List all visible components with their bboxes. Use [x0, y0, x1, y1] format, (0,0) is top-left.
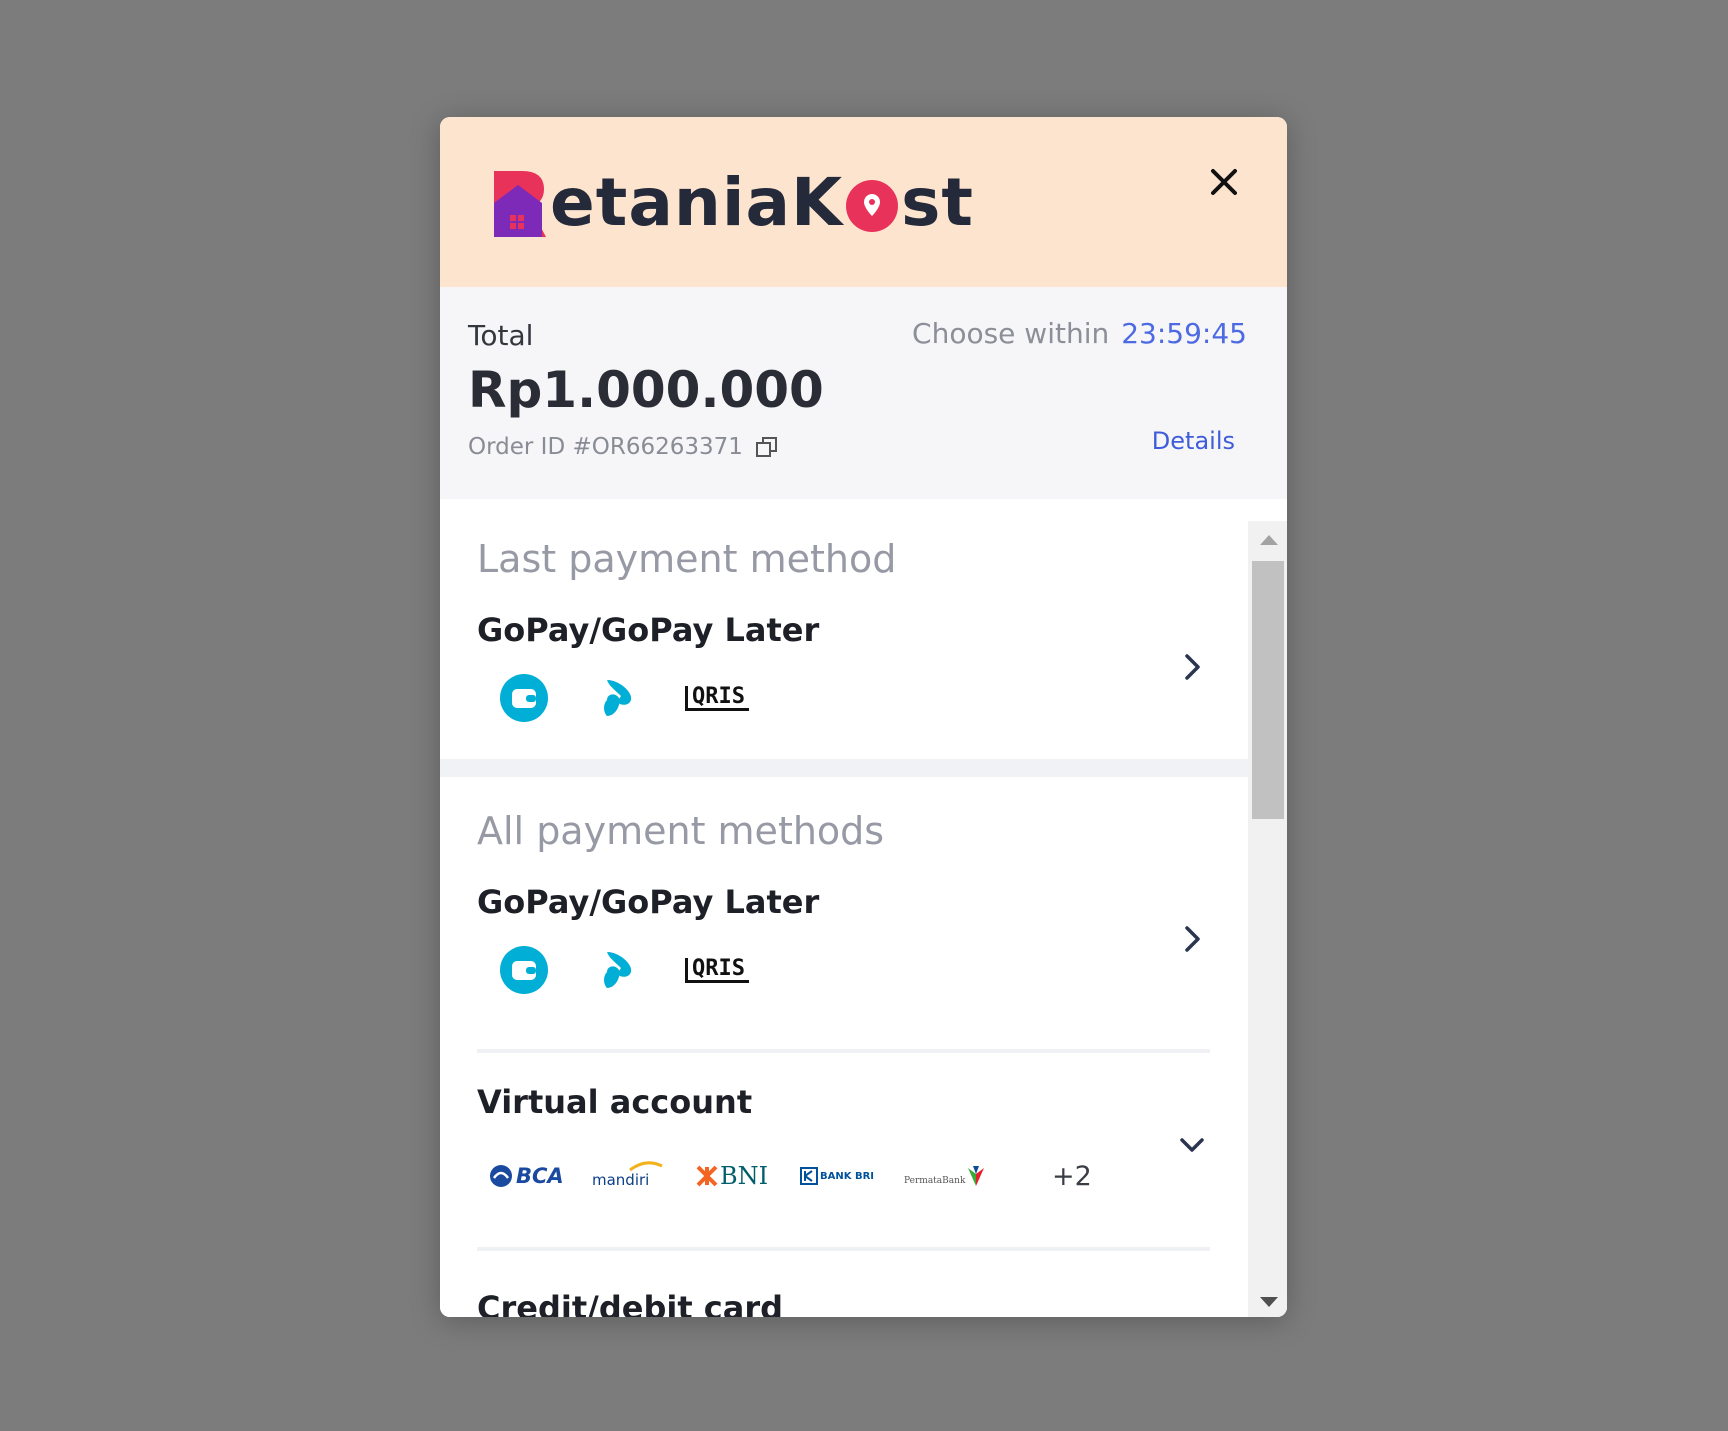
total-amount: Rp1.000.000 [468, 361, 824, 419]
close-button[interactable] [1199, 157, 1249, 207]
last-payment-method-name: GoPay/GoPay Later [477, 611, 820, 649]
payment-modal: etaniaK st Total Rp1.000.000 Order ID #O… [440, 117, 1287, 1317]
bank-logo-permata: PermataBank [904, 1156, 1008, 1196]
scroll-up-arrow-icon[interactable] [1260, 535, 1278, 545]
bank-logo-bca: BCA [489, 1156, 592, 1196]
bri-label: BANK BRI [820, 1170, 875, 1182]
bri-icon [800, 1167, 818, 1185]
chevron-right-icon[interactable] [1174, 649, 1210, 685]
chevron-right-icon[interactable] [1174, 921, 1210, 957]
gopay-later-icon [604, 680, 632, 716]
details-link[interactable]: Details [1152, 427, 1235, 455]
house-logo-icon [494, 171, 546, 237]
scroll-down-arrow-icon[interactable] [1260, 1297, 1278, 1307]
payment-methods-panel: Last payment method GoPay/GoPay Later QR… [440, 499, 1287, 1317]
more-banks-count: +2 [1052, 1160, 1092, 1192]
order-summary: Total Rp1.000.000 Order ID #OR66263371 C… [440, 287, 1287, 499]
bni-label: BNI [720, 1162, 769, 1190]
permata-icon [968, 1166, 985, 1186]
chevron-down-icon[interactable] [1174, 1127, 1210, 1163]
qris-logo: QRIS [685, 957, 749, 983]
gopay-wallet-icon [500, 674, 548, 722]
virtual-account-name: Virtual account [477, 1083, 753, 1121]
divider [477, 1049, 1210, 1053]
permata-label: PermataBank [904, 1176, 966, 1186]
last-payment-title: Last payment method [477, 537, 897, 581]
section-separator [440, 759, 1248, 777]
bank-logo-bri: BANK BRI [800, 1156, 904, 1196]
total-label: Total [468, 319, 534, 352]
location-pin-icon [846, 180, 899, 232]
gopay-wallet-icon [500, 946, 548, 994]
gopay-later-icon [604, 952, 632, 988]
bank-logo-mandiri: mandiri [592, 1156, 696, 1196]
brand-name-part2: st [901, 164, 974, 241]
divider [477, 1247, 1210, 1251]
credit-card-row-label[interactable]: Credit/debit card [477, 1289, 783, 1317]
mandiri-wave-icon [629, 1161, 663, 1172]
gopay-method-name: GoPay/GoPay Later [477, 883, 820, 921]
copy-icon[interactable] [755, 435, 779, 459]
all-payments-title: All payment methods [477, 809, 885, 853]
scroll-thumb[interactable] [1252, 561, 1284, 819]
bca-label: BCA [516, 1164, 564, 1188]
qris-logo: QRIS [685, 685, 749, 711]
mandiri-label: mandiri [592, 1171, 650, 1189]
modal-header: etaniaK st [440, 117, 1287, 287]
close-icon [1211, 169, 1237, 195]
bca-icon [490, 1165, 512, 1187]
bank-logo-bni: BNI [696, 1156, 800, 1196]
choose-within-label: Choose within [912, 317, 1110, 350]
order-id: Order ID #OR66263371 [468, 434, 743, 460]
brand-logo: etaniaK st [488, 163, 974, 243]
brand-wordmark: etaniaK st [550, 170, 974, 236]
countdown-timer: 23:59:45 [1121, 317, 1247, 350]
order-id-row: Order ID #OR66263371 [468, 434, 779, 460]
brand-name-part1: etaniaK [550, 164, 844, 241]
bni-icon [696, 1165, 718, 1187]
payment-methods-list: Last payment method GoPay/GoPay Later QR… [440, 499, 1248, 1317]
gopay-icons: QRIS [500, 946, 749, 994]
payment-deadline: Choose within 23:59:45 [912, 317, 1247, 350]
virtual-account-banks: BCA mandiri BNI BANK BRI PermataBank +2 [489, 1156, 1092, 1196]
scrollbar[interactable] [1248, 521, 1287, 1317]
last-payment-icons: QRIS [500, 674, 749, 722]
